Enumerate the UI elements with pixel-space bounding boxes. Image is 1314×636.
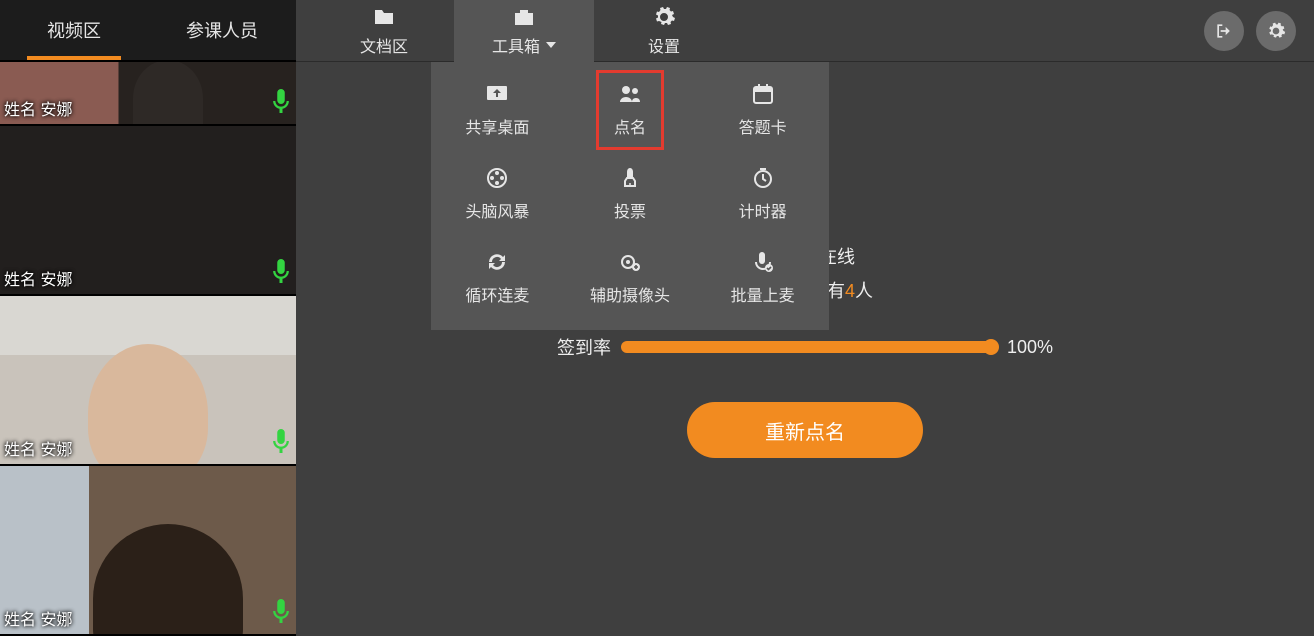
retry-label: 重新点名 <box>765 422 845 444</box>
participant-name: 姓名 安娜 <box>4 96 72 120</box>
mic-icon <box>272 259 290 288</box>
toolbox-dropdown: 共享桌面 点名 答题卡 头脑风暴 投票 计时器 循环连麦 辅助摄像头 <box>431 62 829 330</box>
tool-cycle-mic[interactable]: 循环连麦 <box>431 236 564 320</box>
tool-label: 计时器 <box>739 198 787 222</box>
camera-plus-icon <box>618 250 642 274</box>
refresh-icon <box>485 250 509 274</box>
attendance-progress-bar <box>621 341 997 353</box>
vote-icon <box>618 166 642 190</box>
join-count: 4 <box>845 281 855 301</box>
tool-label: 辅助摄像头 <box>590 282 670 306</box>
gear-icon <box>652 5 676 29</box>
tool-label: 投票 <box>614 198 646 222</box>
tool-label: 批量上麦 <box>731 282 795 306</box>
top-toolbar: 文档区 工具箱 设置 <box>296 0 1314 62</box>
tool-share-desktop[interactable]: 共享桌面 <box>431 68 564 152</box>
toolbox-label: 工具箱 <box>492 33 556 57</box>
video-list: 姓名 安娜 姓名 安娜 姓名 安娜 <box>0 60 296 636</box>
tool-label: 共享桌面 <box>465 114 529 138</box>
mic-check-icon <box>751 250 775 274</box>
left-tabs: 视频区 参课人员 <box>0 0 296 60</box>
video-tile[interactable]: 姓名 安娜 <box>0 466 296 636</box>
exit-icon <box>1214 21 1234 41</box>
tab-video-label: 视频区 <box>47 17 101 43</box>
settings-gear-button[interactable] <box>1256 11 1296 51</box>
video-tile[interactable]: 姓名 安娜 <box>0 62 296 126</box>
share-icon <box>485 82 509 106</box>
chevron-down-icon <box>546 42 556 48</box>
exit-button[interactable] <box>1204 11 1244 51</box>
settings-label: 设置 <box>648 33 680 57</box>
tool-bulk-mic[interactable]: 批量上麦 <box>696 236 829 320</box>
participant-name: 姓名 安娜 <box>4 606 72 630</box>
rate-label: 签到率 <box>557 334 611 360</box>
clock-icon <box>751 166 775 190</box>
settings-button[interactable]: 设置 <box>594 0 734 62</box>
tool-answer-sheet[interactable]: 答题卡 <box>696 68 829 152</box>
video-tile[interactable]: 姓名 安娜 <box>0 126 296 296</box>
join-suffix: 人 <box>855 281 873 301</box>
tab-participants[interactable]: 参课人员 <box>148 0 296 60</box>
participant-name: 姓名 安娜 <box>4 436 72 460</box>
attendance-rate-row: 签到率 100% <box>557 334 1053 360</box>
video-tile[interactable]: 姓名 安娜 <box>0 296 296 466</box>
calendar-icon <box>751 82 775 106</box>
docs-area-button[interactable]: 文档区 <box>314 0 454 62</box>
tool-aux-camera[interactable]: 辅助摄像头 <box>564 236 697 320</box>
tool-timer[interactable]: 计时器 <box>696 152 829 236</box>
tool-roll-call[interactable]: 点名 <box>564 68 697 152</box>
toolbox-icon <box>512 5 536 29</box>
rate-value: 100% <box>1007 337 1053 358</box>
mic-icon <box>272 89 290 118</box>
film-icon <box>485 166 509 190</box>
folder-icon <box>372 5 396 29</box>
main-area: 文档区 工具箱 设置 共享桌面 点名 <box>296 0 1314 636</box>
tab-participants-label: 参课人员 <box>186 17 258 43</box>
left-panel: 视频区 参课人员 姓名 安娜 姓名 安娜 <box>0 0 296 636</box>
docs-label: 文档区 <box>360 33 408 57</box>
participant-name: 姓名 安娜 <box>4 266 72 290</box>
tool-label: 答题卡 <box>739 114 787 138</box>
tool-brainstorm[interactable]: 头脑风暴 <box>431 152 564 236</box>
gear-icon <box>1266 21 1286 41</box>
mic-icon <box>272 599 290 628</box>
retry-rollcall-button[interactable]: 重新点名 <box>687 402 923 458</box>
tool-label: 头脑风暴 <box>465 198 529 222</box>
users-icon <box>618 82 642 106</box>
tool-label: 点名 <box>614 114 646 138</box>
tab-video-area[interactable]: 视频区 <box>0 0 148 60</box>
toolbox-button[interactable]: 工具箱 <box>454 0 594 62</box>
tool-vote[interactable]: 投票 <box>564 152 697 236</box>
tool-label: 循环连麦 <box>465 282 529 306</box>
mic-icon <box>272 429 290 458</box>
